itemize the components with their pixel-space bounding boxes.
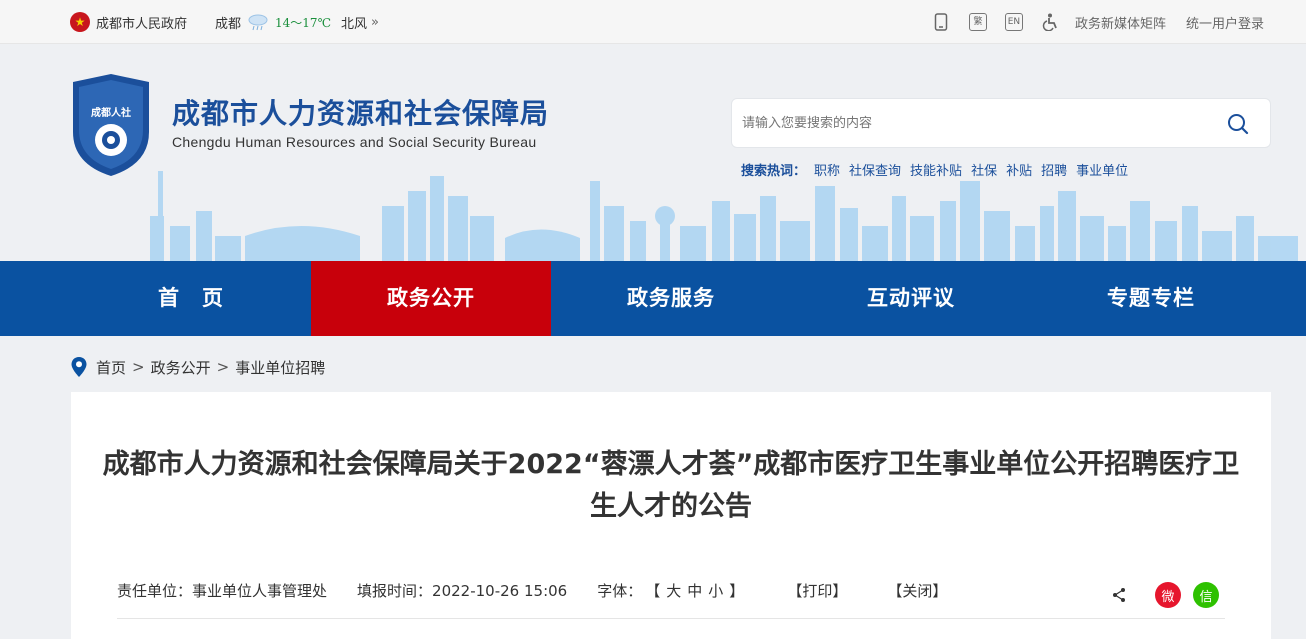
breadcrumb-home[interactable]: 首页: [96, 357, 126, 378]
hot-word[interactable]: 事业单位: [1076, 160, 1128, 179]
breadcrumb-recruitment[interactable]: 事业单位招聘: [235, 357, 325, 378]
font-size-large-button[interactable]: 大: [666, 582, 681, 600]
bureau-logo: 成都人社: [73, 74, 149, 176]
media-matrix-link[interactable]: 政务新媒体矩阵: [1075, 13, 1166, 32]
font-size-small-button[interactable]: 小: [708, 582, 723, 600]
hot-word[interactable]: 社保查询: [849, 160, 901, 179]
mobile-icon[interactable]: [931, 12, 951, 32]
city-skyline-illustration: [150, 171, 1298, 261]
close-button[interactable]: 【关闭】: [887, 580, 947, 601]
breadcrumb-gov-affairs[interactable]: 政务公开: [151, 357, 211, 378]
share-bar: 微 信: [1111, 582, 1219, 608]
dept-label: 责任单位：: [117, 582, 193, 600]
hot-search-words: 搜索热词： 职称 社保查询 技能补贴 社保 补贴 招聘 事业单位: [741, 160, 1137, 179]
share-icon[interactable]: [1111, 587, 1127, 603]
wechat-share-icon[interactable]: 信: [1193, 582, 1219, 608]
meta-divider: [117, 618, 1225, 619]
cloud-rain-icon: [248, 14, 268, 31]
nav-item-interaction[interactable]: 互动评议: [791, 261, 1031, 336]
site-name[interactable]: 成都市人力资源和社会保障局 Chengdu Human Resources an…: [172, 96, 549, 150]
font-size-label: 字体：: [597, 582, 643, 600]
top-bar-left: 成都市人民政府 成都 14～17℃ 北风 »: [70, 0, 379, 44]
weather-wind: 北风: [341, 16, 368, 32]
top-bar-right: 繁 EN 政务新媒体矩阵 统一用户登录: [913, 0, 1264, 44]
font-size-controls: 【大中小】: [642, 580, 747, 601]
site-name-english: Chengdu Human Resources and Social Secur…: [172, 134, 537, 150]
nav-item-gov-services[interactable]: 政务服务: [551, 261, 791, 336]
time-label: 填报时间：: [357, 582, 433, 600]
breadcrumb: 首页 > 政务公开 > 事业单位招聘: [70, 354, 325, 380]
hot-words-label: 搜索热词：: [741, 164, 807, 179]
weather-widget: 成都 14～17℃ 北风 »: [215, 12, 379, 32]
search-box: [731, 98, 1271, 148]
hot-word[interactable]: 招聘: [1041, 160, 1067, 179]
nav-item-gov-affairs-open[interactable]: 政务公开: [311, 261, 551, 336]
hot-word[interactable]: 社保: [971, 160, 997, 179]
hot-word[interactable]: 补贴: [1006, 160, 1032, 179]
time-value: 2022-10-26 15:06: [432, 581, 568, 600]
dept-value: 事业单位人事管理处: [192, 582, 328, 600]
font-bracket-open: 【: [645, 582, 661, 600]
weibo-share-icon[interactable]: 微: [1155, 582, 1181, 608]
weather-city: 成都: [215, 16, 242, 32]
gov-link[interactable]: 成都市人民政府: [96, 13, 187, 32]
hot-word[interactable]: 技能补贴: [910, 160, 962, 179]
unified-login-link[interactable]: 统一用户登录: [1186, 13, 1264, 32]
weather-more-link[interactable]: »: [371, 15, 379, 30]
site-header: 成都人社 成都市人力资源和社会保障局 Chengdu Human Resourc…: [0, 44, 1306, 261]
article-card: 成都市人力资源和社会保障局关于2022“蓉漂人才荟”成都市医疗卫生事业单位公开招…: [71, 392, 1271, 639]
accessibility-icon[interactable]: [1041, 12, 1061, 32]
breadcrumb-separator: >: [132, 358, 145, 376]
search-input[interactable]: [742, 99, 1212, 147]
nav-item-home[interactable]: 首 页: [71, 261, 311, 336]
breadcrumb-separator: >: [216, 358, 230, 376]
article-meta: 责任单位： 事业单位人事管理处 填报时间： 2022-10-26 15:06 字…: [117, 580, 947, 601]
print-button[interactable]: 【打印】: [787, 580, 847, 601]
traditional-chinese-icon[interactable]: 繁: [968, 13, 987, 31]
national-emblem-icon: [70, 12, 90, 32]
top-bar: 成都市人民政府 成都 14～17℃ 北风 » 繁 EN 政务新媒体矩阵 统一用户…: [0, 0, 1306, 44]
nav-item-special-topics[interactable]: 专题专栏: [1031, 261, 1271, 336]
weather-temperature: 14～17℃: [275, 15, 331, 30]
article-title: 成都市人力资源和社会保障局关于2022“蓉漂人才荟”成都市医疗卫生事业单位公开招…: [102, 449, 1240, 522]
hot-word[interactable]: 职称: [814, 160, 840, 179]
main-nav: 首 页 政务公开 政务服务 互动评议 专题专栏: [0, 261, 1306, 336]
font-bracket-close: 】: [729, 582, 745, 600]
site-name-chinese: 成都市人力资源和社会保障局: [172, 97, 550, 130]
search-icon[interactable]: [1226, 112, 1250, 136]
english-icon[interactable]: EN: [1004, 13, 1023, 31]
logo-text: 成都人社: [91, 106, 131, 119]
font-size-medium-button[interactable]: 中: [687, 582, 702, 600]
location-pin-icon: [71, 357, 87, 377]
